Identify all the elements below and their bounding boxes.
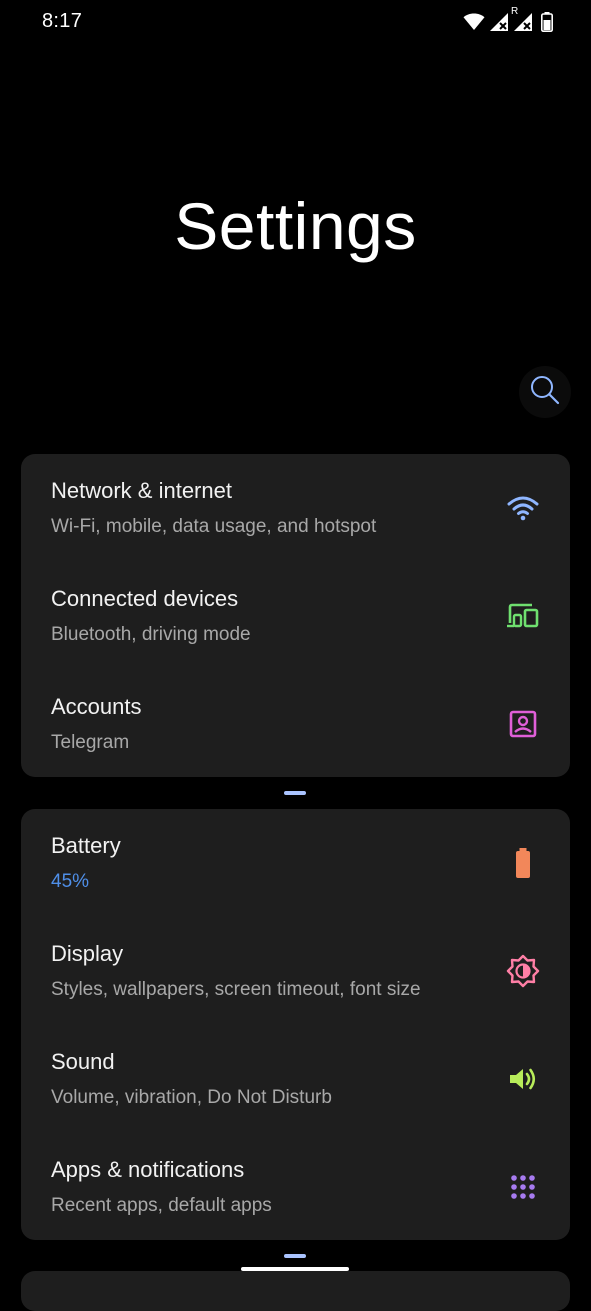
drag-handle xyxy=(284,791,306,795)
setting-summary: Volume, vibration, Do Not Disturb xyxy=(51,1087,332,1108)
setting-title: Sound xyxy=(51,1049,115,1074)
signal-no-data-icon xyxy=(489,12,509,32)
setting-title: Connected devices xyxy=(51,586,239,611)
setting-battery[interactable]: Battery 45% xyxy=(21,809,570,917)
status-bar: 8:17 R xyxy=(0,0,591,46)
setting-apps-notifications[interactable]: Apps & notifications Recent apps, defaul… xyxy=(21,1133,570,1241)
setting-title: Battery xyxy=(51,833,121,858)
account-box-icon xyxy=(505,706,541,742)
settings-group-device: Battery 45% Display Styles, wallpapers, … xyxy=(21,809,570,1240)
signal-roaming-icon: R xyxy=(511,6,533,32)
setting-display[interactable]: Display Styles, wallpapers, screen timeo… xyxy=(21,917,570,1025)
status-time: 8:17 xyxy=(42,10,83,32)
battery-icon xyxy=(541,12,553,32)
settings-group-connectivity: Network & internet Wi-Fi, mobile, data u… xyxy=(21,454,570,777)
search-button[interactable] xyxy=(519,366,571,418)
roaming-label: R xyxy=(511,6,519,17)
apps-grid-icon xyxy=(505,1169,541,1205)
setting-title: Apps & notifications xyxy=(51,1157,245,1182)
setting-summary: Recent apps, default apps xyxy=(51,1195,272,1216)
brightness-icon xyxy=(505,953,541,989)
setting-accounts[interactable]: Accounts Telegram xyxy=(21,670,570,778)
drag-handle xyxy=(284,1254,306,1258)
battery-icon xyxy=(505,845,541,881)
setting-summary: Wi-Fi, mobile, data usage, and hotspot xyxy=(51,516,377,537)
setting-summary: Telegram xyxy=(51,732,130,753)
setting-summary: Bluetooth, driving mode xyxy=(51,624,251,645)
search-icon xyxy=(529,374,561,411)
setting-title: Accounts xyxy=(51,694,142,719)
devices-icon xyxy=(505,598,541,634)
gesture-navigation-bar[interactable] xyxy=(241,1267,349,1271)
volume-icon xyxy=(505,1061,541,1097)
battery-level-text: 45% xyxy=(51,871,90,892)
settings-group-next xyxy=(21,1271,570,1311)
setting-title: Network & internet xyxy=(51,478,232,503)
status-icons: R xyxy=(463,6,553,34)
setting-network-internet[interactable]: Network & internet Wi-Fi, mobile, data u… xyxy=(21,454,570,562)
setting-summary: Styles, wallpapers, screen timeout, font… xyxy=(51,979,421,1000)
wifi-icon xyxy=(505,490,541,526)
setting-sound[interactable]: Sound Volume, vibration, Do Not Disturb xyxy=(21,1025,570,1133)
setting-connected-devices[interactable]: Connected devices Bluetooth, driving mod… xyxy=(21,562,570,670)
wifi-icon xyxy=(463,13,485,31)
setting-title: Display xyxy=(51,941,124,966)
page-title: Settings xyxy=(174,189,417,263)
